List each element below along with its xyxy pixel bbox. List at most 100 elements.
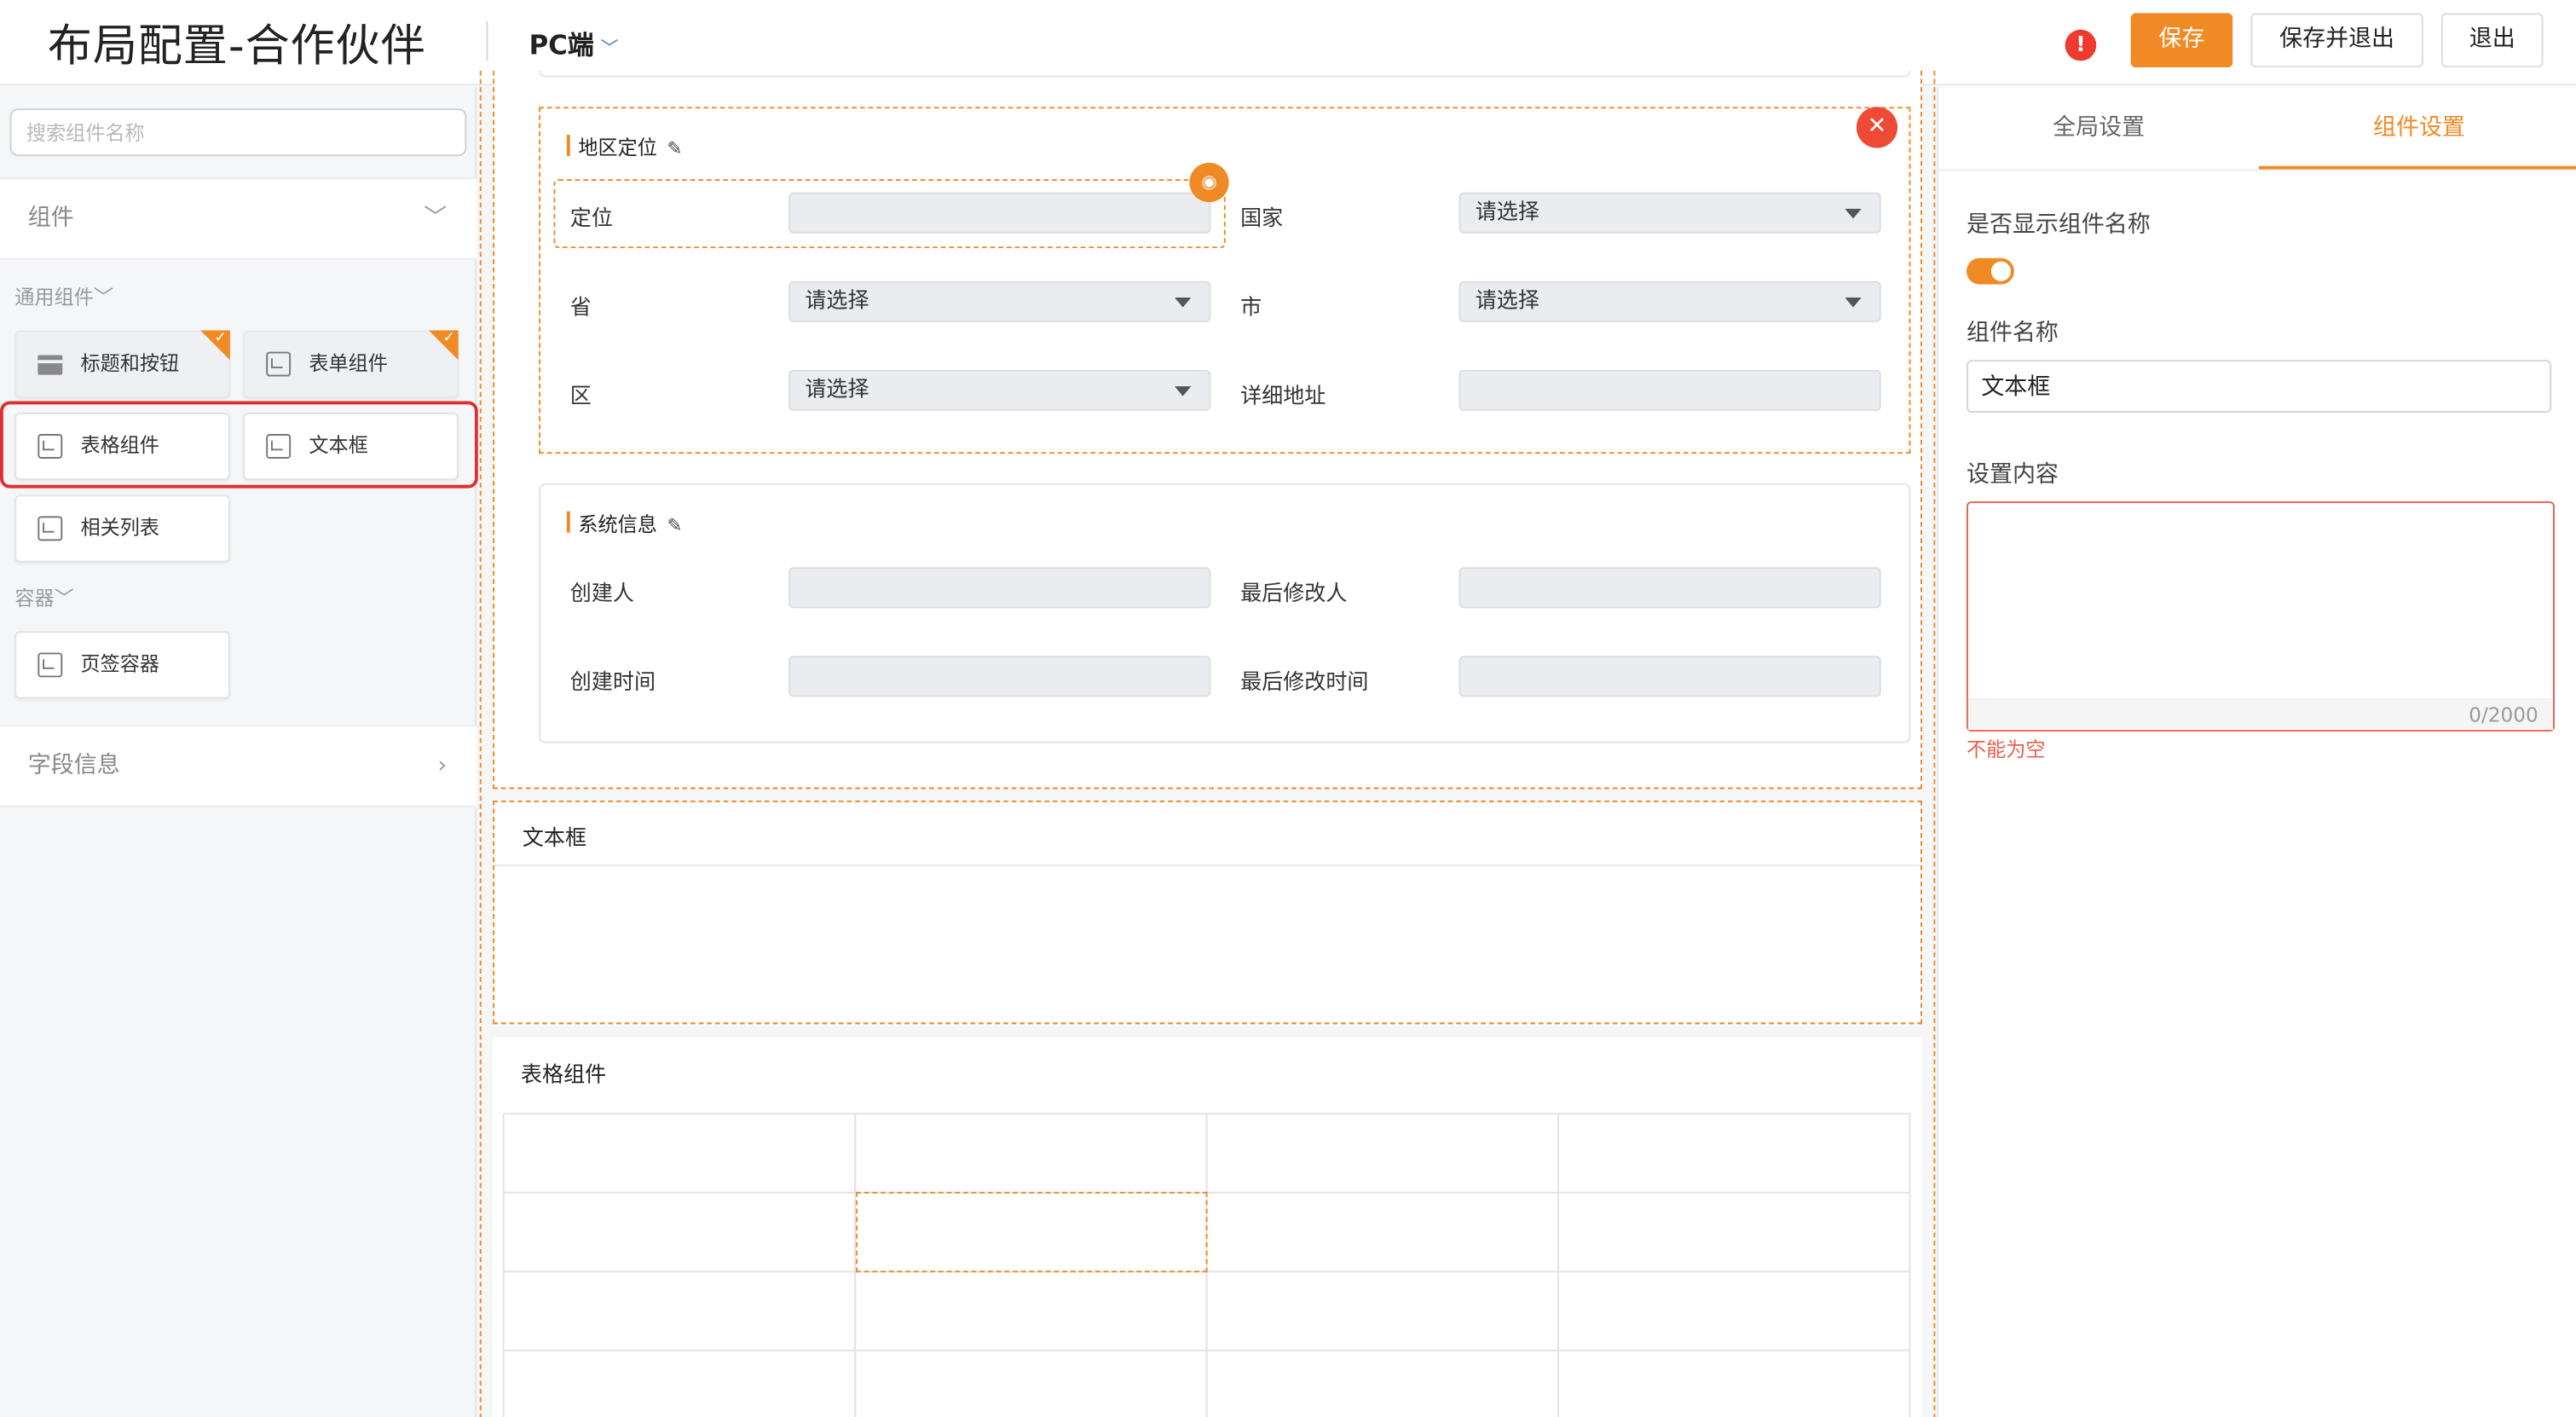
field-label-district: 区 xyxy=(569,385,592,410)
component-sidebar: 组件 ﹀ 通用组件﹀ 标题和按钮 ✓ 表单组件 ✓ 表格组件 文本框 xyxy=(0,87,478,1417)
field-label-last-modified-time: 最后修改时间 xyxy=(1240,670,1369,696)
char-counter-bar: 0/2000 xyxy=(1967,698,2554,731)
component-icon xyxy=(38,516,63,541)
tab-component-settings[interactable]: 组件设置 xyxy=(2259,87,2576,170)
platform-dropdown[interactable]: PC端 ﹀ xyxy=(529,23,619,62)
title-divider xyxy=(486,21,488,61)
fields-header-label: 字段信息 xyxy=(27,753,120,779)
table-cell[interactable] xyxy=(1557,1191,1911,1273)
warning-icon[interactable]: ! xyxy=(2065,29,2097,61)
table-cell[interactable] xyxy=(1205,1191,1560,1273)
check-icon: ✓ xyxy=(214,330,227,347)
creator-input[interactable] xyxy=(788,567,1211,609)
group-title-system: 系统信息 ✎ xyxy=(566,510,683,538)
component-name-input[interactable] xyxy=(1966,360,2552,413)
group-title-region: 地区定位 ✎ xyxy=(566,133,683,161)
component-icon xyxy=(38,652,63,678)
table-cell[interactable] xyxy=(854,1270,1208,1351)
chevron-down-icon: ﹀ xyxy=(93,286,114,309)
save-and-exit-button[interactable]: 保存并退出 xyxy=(2250,13,2423,68)
settings-panel: 全局设置 组件设置 是否显示组件名称 组件名称 设置内容 0/2000 不能为空 xyxy=(1937,87,2576,1417)
table-cell[interactable] xyxy=(502,1270,857,1351)
tab-divider xyxy=(1938,169,2576,171)
chevron-down-icon: ﹀ xyxy=(54,587,74,610)
last-modifier-input[interactable] xyxy=(1458,567,1881,609)
component-card-tab-container[interactable]: 页签容器 xyxy=(14,631,230,699)
table-cell[interactable] xyxy=(502,1113,857,1194)
table-cell[interactable] xyxy=(1205,1113,1560,1194)
edit-icon[interactable]: ✎ xyxy=(667,514,683,535)
table-cell[interactable] xyxy=(854,1349,1208,1417)
system-info-group-card[interactable]: 系统信息 ✎ 创建人 最后修改人 创建时间 最后修改时间 xyxy=(539,483,1911,743)
platform-label: PC端 xyxy=(528,29,594,61)
fields-section-header[interactable]: 字段信息 › xyxy=(0,725,477,807)
address-input[interactable] xyxy=(1458,369,1881,412)
validation-error: 不能为空 xyxy=(1966,737,2046,761)
highlight-box xyxy=(0,401,478,489)
char-counter: 0/2000 xyxy=(2469,703,2538,727)
component-card-title-buttons[interactable]: 标题和按钮 ✓ xyxy=(14,330,230,398)
edit-icon[interactable]: ✎ xyxy=(667,138,683,159)
component-search-input[interactable] xyxy=(9,108,467,157)
form-component-block[interactable]: 地区定位 ✎ 定位 ◉ 国家 请选择 省 请选择 市 请选择 区 请选择 详细地… xyxy=(493,70,1922,789)
table-cell[interactable] xyxy=(1205,1270,1560,1351)
tab-global-settings[interactable]: 全局设置 xyxy=(1938,87,2259,169)
table-title: 表格组件 xyxy=(520,1063,607,1089)
chevron-down-icon: ﹀ xyxy=(600,38,619,60)
layout-header-icon xyxy=(38,355,63,375)
field-label-locate: 定位 xyxy=(569,206,613,232)
region-group-card[interactable]: 地区定位 ✎ 定位 ◉ 国家 请选择 省 请选择 市 请选择 区 请选择 详细地… xyxy=(539,107,1911,454)
table-component-block[interactable]: 表格组件 xyxy=(493,1037,1922,1417)
component-card-related-list[interactable]: 相关列表 xyxy=(14,495,230,563)
created-time-input[interactable] xyxy=(788,656,1211,697)
table-cell[interactable] xyxy=(1205,1349,1560,1417)
group-label-common[interactable]: 通用组件﹀ xyxy=(14,283,113,311)
selected-table-cell[interactable] xyxy=(856,1191,1208,1273)
chevron-down-icon: ﹀ xyxy=(424,205,448,232)
check-icon: ✓ xyxy=(442,330,455,347)
save-button[interactable]: 保存 xyxy=(2130,13,2233,68)
textbox-divider xyxy=(494,865,1921,867)
components-header-label: 组件 xyxy=(27,205,74,232)
group-label-container[interactable]: 容器﹀ xyxy=(14,583,73,611)
dropdown-arrow-icon xyxy=(1175,297,1192,308)
component-card-form[interactable]: 表单组件 ✓ xyxy=(243,330,459,398)
last-modified-time-input[interactable] xyxy=(1458,656,1881,697)
table-cell[interactable] xyxy=(854,1113,1208,1194)
page-title: 布局配置-合作伙伴 xyxy=(47,21,426,72)
layout-config-page: 布局配置-合作伙伴 PC端﹀ ! 保存 保存并退出 退出 组件 ﹀ 通用组件﹀ … xyxy=(0,0,2576,1417)
chevron-right-icon: › xyxy=(437,753,448,779)
district-select[interactable]: 请选择 xyxy=(788,369,1211,412)
table-cell[interactable] xyxy=(1557,1270,1911,1351)
layout-canvas: 地区定位 ✎ 定位 ◉ 国家 请选择 省 请选择 市 请选择 区 请选择 详细地… xyxy=(477,70,1936,1417)
show-name-label: 是否显示组件名称 xyxy=(1966,211,2151,239)
table-cell[interactable] xyxy=(502,1349,857,1417)
field-label-city: 市 xyxy=(1240,296,1262,321)
table-cell[interactable] xyxy=(1557,1349,1911,1417)
dropdown-arrow-icon xyxy=(1175,386,1192,396)
city-select[interactable]: 请选择 xyxy=(1458,281,1881,322)
field-label-province: 省 xyxy=(569,296,592,321)
content-label: 设置内容 xyxy=(1966,461,2059,489)
field-label-created-time: 创建时间 xyxy=(569,670,656,696)
field-label-address: 详细地址 xyxy=(1240,385,1326,410)
close-icon[interactable]: ✕ xyxy=(1856,107,1898,148)
textbox-component-block[interactable]: 文本框 xyxy=(493,800,1922,1025)
province-select[interactable]: 请选择 xyxy=(788,281,1211,322)
table-cell[interactable] xyxy=(502,1191,857,1273)
table-cell[interactable] xyxy=(1557,1113,1911,1194)
table-grid xyxy=(502,1113,1911,1417)
show-name-toggle[interactable] xyxy=(1966,257,2014,285)
field-label-country: 国家 xyxy=(1240,206,1284,232)
country-select[interactable]: 请选择 xyxy=(1458,192,1881,234)
dropdown-arrow-icon xyxy=(1845,297,1862,308)
locate-input[interactable] xyxy=(788,192,1211,234)
components-section-header[interactable]: 组件 ﹀ xyxy=(0,177,477,260)
exit-button[interactable]: 退出 xyxy=(2440,13,2544,68)
dropdown-arrow-icon xyxy=(1845,208,1862,219)
field-label-creator: 创建人 xyxy=(569,581,634,607)
eye-hidden-icon[interactable]: ◉ xyxy=(1189,162,1229,203)
textbox-title: 文本框 xyxy=(522,826,587,852)
field-label-last-modifier: 最后修改人 xyxy=(1240,581,1348,607)
content-textarea[interactable] xyxy=(1966,501,2555,732)
